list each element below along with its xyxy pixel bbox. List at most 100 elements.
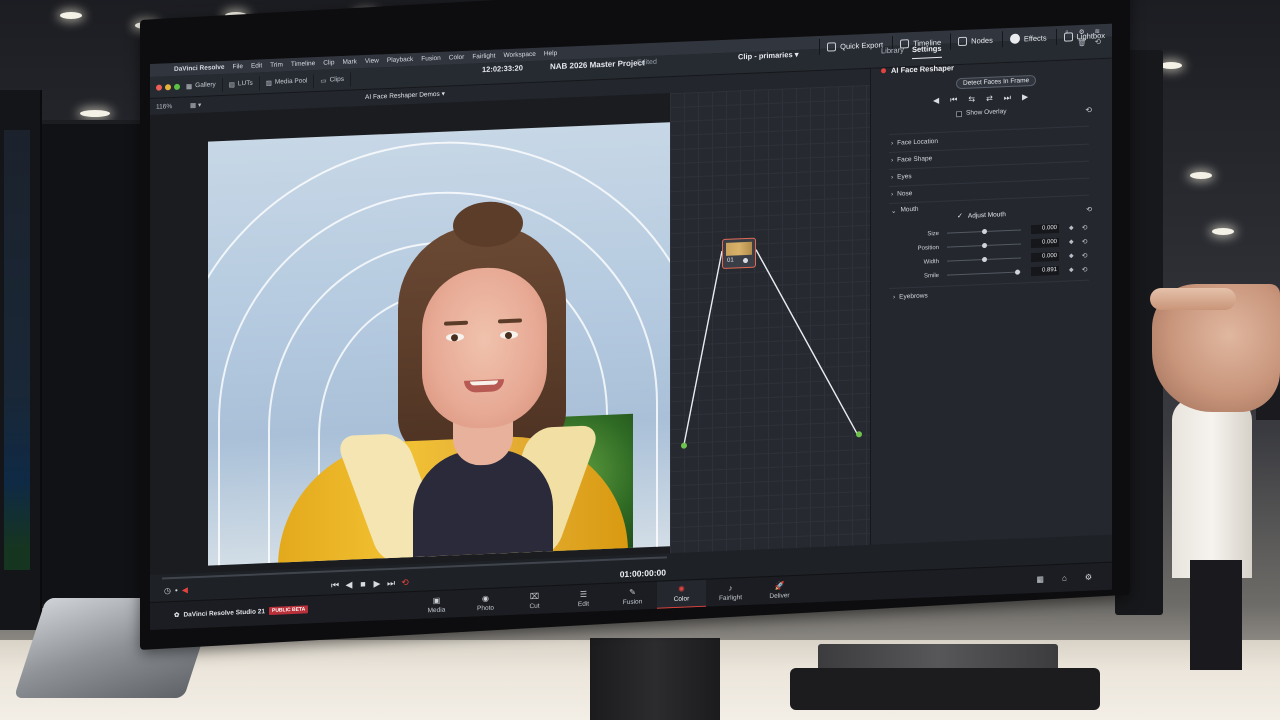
tab-library[interactable]: Library [881, 45, 904, 60]
tab-settings[interactable]: Settings [911, 43, 942, 60]
reset-icon[interactable]: ⟲ [1082, 237, 1088, 245]
menu-view[interactable]: View [365, 57, 379, 65]
gallery-button[interactable]: ▦ Gallery [180, 77, 223, 94]
menu-edit[interactable]: Edit [251, 62, 262, 69]
menu-help[interactable]: Help [544, 50, 557, 58]
close-window-button[interactable] [156, 83, 162, 91]
width-value[interactable]: 0.000 [1031, 251, 1059, 263]
section-eyebrows[interactable]: › Eyebrows [893, 292, 928, 300]
track-forward-button[interactable]: ▶ [1022, 92, 1028, 102]
person-background [1172, 398, 1252, 578]
zoom-level[interactable]: 116% [150, 102, 190, 111]
track-forward-step-button[interactable]: ⏭ [1004, 93, 1011, 103]
section-eyes[interactable]: › Eyes [891, 173, 912, 181]
luts-icon: ▤ [228, 80, 235, 89]
mute-icon[interactable]: ◀ [182, 585, 188, 594]
skip-back-button[interactable]: ⏮ [328, 579, 342, 591]
monitor-stand-neck [590, 638, 720, 720]
page-tab-deliver[interactable]: 🚀 Deliver [755, 576, 804, 606]
menu-mark[interactable]: Mark [342, 58, 356, 66]
section-face-location[interactable]: › Face Location [891, 138, 938, 147]
reset-icon[interactable]: ⟲ [1086, 206, 1092, 214]
slider-knob[interactable] [1015, 269, 1021, 275]
menu-file[interactable]: File [232, 63, 242, 70]
width-slider[interactable] [947, 256, 1021, 263]
effect-enable-dot[interactable] [881, 68, 886, 74]
page-tab-cut[interactable]: ⌧ Cut [510, 586, 559, 616]
slider-knob[interactable] [982, 256, 987, 263]
size-slider[interactable] [947, 228, 1021, 235]
node-editor[interactable]: 01 [670, 84, 870, 614]
home-icon[interactable]: ⌂ [1062, 574, 1067, 583]
menu-color[interactable]: Color [449, 54, 465, 62]
reset-icon[interactable]: ⟲ [1082, 251, 1088, 259]
face [422, 265, 547, 431]
slider-knob[interactable] [982, 228, 987, 235]
minimize-window-button[interactable] [165, 83, 171, 90]
page-tab-edit[interactable]: ☰ Edit [559, 584, 608, 614]
page-tab-color[interactable]: ✺ Color [657, 579, 706, 610]
menu-workspace[interactable]: Workspace [503, 51, 535, 59]
reset-icon[interactable]: ⟲ [1095, 37, 1101, 51]
position-value[interactable]: 0.000 [1031, 237, 1059, 249]
track-back-step-button[interactable]: ⏮ [950, 95, 957, 105]
clock-icon[interactable]: ◷ [164, 586, 171, 595]
smile-value[interactable]: 0.891 [1031, 265, 1059, 277]
media-pool-button[interactable]: ▥ Media Pool [259, 73, 315, 90]
track-swap-button[interactable]: ⇄ [986, 94, 993, 104]
project-manager-icon[interactable]: ▦ [1036, 575, 1044, 584]
adjust-mouth-checkbox[interactable]: ✓ [957, 212, 963, 220]
skip-forward-button[interactable]: ⏭ [384, 577, 398, 589]
page-tab-label: Photo [477, 604, 494, 613]
keyframe-icon[interactable]: ◆ [1069, 266, 1074, 273]
track-reverse-button[interactable]: ◀ [933, 96, 939, 106]
section-face-shape[interactable]: › Face Shape [891, 155, 932, 164]
effect-title: AI Face Reshaper [891, 63, 954, 75]
ceiling-light [1190, 172, 1212, 179]
size-value[interactable]: 0.000 [1031, 223, 1059, 235]
section-mouth[interactable]: ⌄ Mouth [891, 206, 919, 215]
page-tab-photo[interactable]: ◉ Photo [461, 588, 510, 618]
stop-button[interactable]: ■ [356, 579, 370, 590]
loop-button[interactable]: ⟲ [398, 577, 412, 589]
record-timecode: 01:00:00:00 [619, 567, 666, 580]
track-mode-button[interactable]: ⇆ [968, 94, 975, 104]
keyframe-icon[interactable]: ◆ [1069, 238, 1074, 245]
resolve-screen: DaVinci Resolve File Edit Trim Timeline … [150, 23, 1112, 631]
reset-icon[interactable]: ⟲ [1082, 223, 1088, 231]
slider-knob[interactable] [982, 242, 987, 249]
play-button[interactable]: ▶ [370, 578, 384, 590]
menu-fusion[interactable]: Fusion [421, 55, 441, 63]
clips-button[interactable]: ▭ Clips [314, 72, 352, 88]
show-overlay-checkbox[interactable] [956, 110, 962, 117]
menu-trim[interactable]: Trim [270, 61, 283, 69]
page-tab-fusion[interactable]: ✎ Fusion [608, 582, 657, 612]
chevron-right-icon: › [891, 156, 894, 164]
page-tab-fairlight[interactable]: ♪ Fairlight [706, 578, 755, 608]
reset-icon[interactable]: ⟲ [1085, 106, 1092, 115]
detect-faces-button[interactable]: Detect Faces In Frame [956, 74, 1037, 90]
position-slider[interactable] [947, 242, 1021, 249]
menu-clip[interactable]: Clip [323, 59, 334, 66]
page-tab-media[interactable]: ▣ Media [412, 590, 461, 620]
menu-fairlight[interactable]: Fairlight [472, 53, 495, 61]
menu-playback[interactable]: Playback [387, 56, 413, 64]
corrector-node[interactable]: 01 [722, 237, 756, 270]
node-thumbnail [726, 241, 752, 256]
ceiling-light [60, 12, 82, 19]
menu-timeline[interactable]: Timeline [291, 60, 315, 68]
timeline-dropdown[interactable]: AI Face Reshaper Demos ▾ [365, 90, 445, 101]
settings-icon[interactable]: ⚙ [1085, 573, 1092, 582]
viewer-image[interactable] [208, 122, 670, 566]
reset-icon[interactable]: ⟲ [1082, 265, 1088, 273]
luts-button[interactable]: ▤ LUTs [222, 75, 260, 92]
trash-icon[interactable]: 🗑 [1077, 38, 1087, 52]
node-status-dot [743, 257, 748, 264]
section-nose[interactable]: › Nose [891, 190, 912, 198]
keyframe-icon[interactable]: ◆ [1069, 224, 1074, 231]
play-reverse-button[interactable]: ◀ [342, 579, 356, 591]
keyframe-icon[interactable]: ◆ [1069, 252, 1074, 259]
viewer-layout-icon[interactable]: ▦ ▾ [190, 101, 201, 109]
color-icon: ✺ [678, 584, 685, 594]
smile-slider[interactable] [947, 269, 1021, 276]
